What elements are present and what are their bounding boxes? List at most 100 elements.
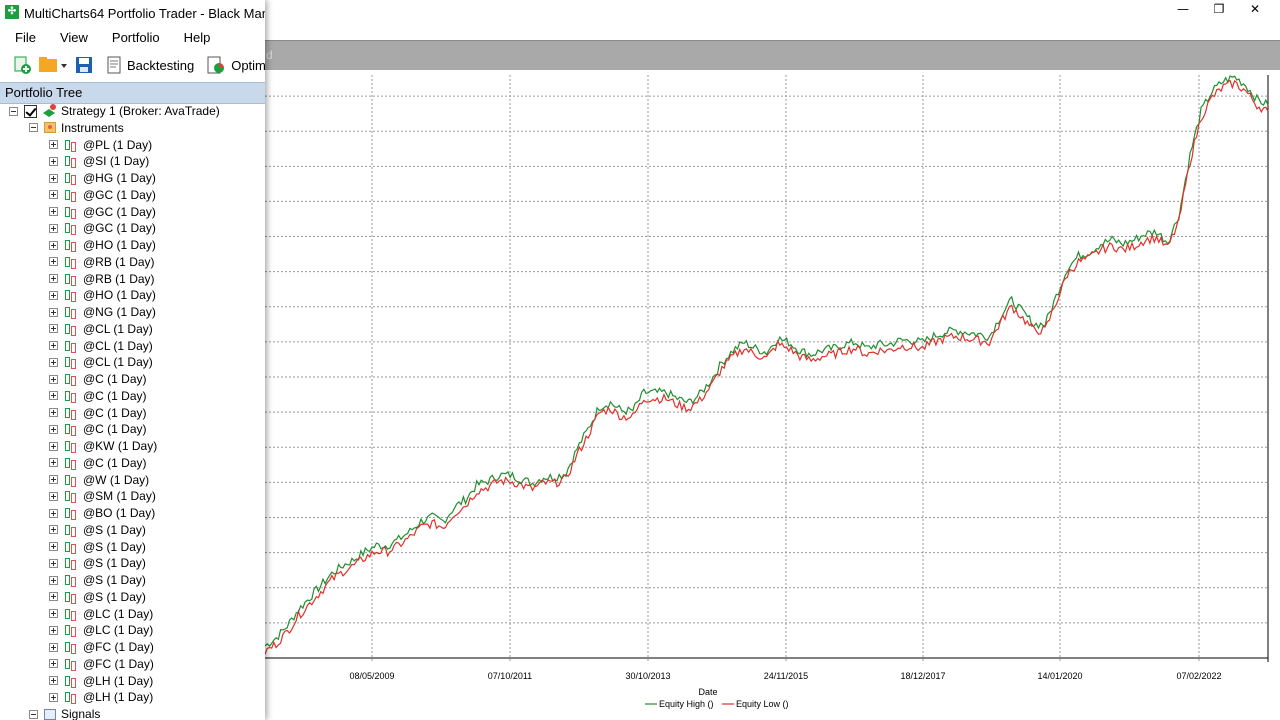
candlestick-icon [64,674,78,688]
expand-icon[interactable] [49,441,58,451]
legend-label: Equity Low () [736,699,789,709]
tree-instrument-row[interactable]: @CL (1 Day) [49,338,153,354]
backtesting-button[interactable]: Backtesting [127,58,194,73]
expand-icon[interactable] [49,692,58,702]
expand-icon[interactable] [49,140,58,149]
tree-instrument-row[interactable]: @S (1 Day) [49,572,146,588]
tree-instrument-row[interactable]: @C (1 Day) [49,388,147,404]
expand-icon[interactable] [49,609,58,618]
expand-icon[interactable] [49,676,58,685]
expand-icon[interactable] [49,324,58,334]
tree-instrument-row[interactable]: @GC (1 Day) [49,187,156,203]
expand-icon[interactable] [49,341,58,350]
tree-instrument-row[interactable]: @LH (1 Day) [49,689,153,705]
instrument-label: @S (1 Day) [83,589,146,604]
tree-instrument-row[interactable]: @S (1 Day) [49,555,146,571]
tree-instrument-row[interactable]: @KW (1 Day) [49,438,157,454]
expand-icon[interactable] [49,240,58,250]
tree-instrument-row[interactable]: @C (1 Day) [49,455,147,471]
expand-icon[interactable] [49,307,58,317]
expand-icon[interactable] [49,575,58,585]
expand-icon[interactable] [49,290,58,300]
backtesting-icon[interactable] [106,55,122,75]
expand-icon[interactable] [49,408,58,417]
expand-icon[interactable] [49,424,58,434]
tree-signals-row[interactable]: Signals [29,706,100,720]
tree-instrument-row[interactable]: @SI (1 Day) [49,153,149,169]
expand-icon[interactable] [49,642,58,652]
expand-icon[interactable] [49,592,58,602]
expand-icon[interactable] [49,491,58,501]
tree-instrument-row[interactable]: @C (1 Day) [49,421,147,437]
tree-instrument-row[interactable]: @LC (1 Day) [49,622,153,638]
tree-instrument-row[interactable]: @HG (1 Day) [49,170,156,186]
tree-instrument-row[interactable]: @CL (1 Day) [49,321,153,337]
expand-icon[interactable] [49,274,58,283]
minimize-button[interactable]: — [1172,1,1194,17]
tree-instrument-row[interactable]: @HO (1 Day) [49,287,156,303]
tree-instrument-row[interactable]: @BO (1 Day) [49,505,155,521]
tree-instrument-row[interactable]: @W (1 Day) [49,472,149,488]
expand-icon[interactable] [49,625,58,635]
tree-instrument-row[interactable]: @LH (1 Day) [49,673,153,689]
expand-icon[interactable] [49,223,58,233]
strategy-checkbox[interactable] [24,104,37,118]
tree-instrument-row[interactable]: @S (1 Day) [49,589,146,605]
tree-instrument-row[interactable]: @NG (1 Day) [49,304,156,320]
collapse-icon[interactable] [29,709,38,719]
x-tick-label: 24/11/2015 [764,671,808,681]
expand-icon[interactable] [49,357,58,367]
expand-icon[interactable] [49,207,58,216]
tree-strategy-row[interactable]: Strategy 1 (Broker: AvaTrade) [9,103,220,119]
tree-instruments-row[interactable]: Instruments [29,120,124,136]
tree-instrument-row[interactable]: @S (1 Day) [49,522,146,538]
tree-instrument-row[interactable]: @FC (1 Day) [49,639,154,655]
menu-portfolio[interactable]: Portfolio [97,27,169,48]
expand-icon[interactable] [49,458,58,468]
expand-icon[interactable] [49,156,58,166]
tree-instrument-row[interactable]: @HO (1 Day) [49,237,156,253]
save-icon[interactable] [74,55,94,75]
menu-file[interactable]: File [0,27,45,48]
menu-help[interactable]: Help [169,27,220,48]
expand-icon[interactable] [49,659,58,669]
tree-instrument-row[interactable]: @C (1 Day) [49,405,147,421]
expand-icon[interactable] [49,508,58,518]
expand-icon[interactable] [49,374,58,384]
add-strategy-icon[interactable] [12,55,32,75]
optimization-button[interactable]: Optimization [231,58,265,73]
tree-instrument-row[interactable]: @SM (1 Day) [49,488,156,504]
tree-instrument-row[interactable]: @GC (1 Day) [49,220,156,236]
candlestick-icon [64,389,78,403]
close-button[interactable]: ✕ [1244,1,1266,17]
tree-instrument-row[interactable]: @LC (1 Day) [49,606,153,622]
expand-icon[interactable] [49,475,58,484]
tree-instrument-row[interactable]: @RB (1 Day) [49,254,155,270]
expand-icon[interactable] [49,190,58,200]
optimization-icon[interactable] [206,55,226,75]
dropdown-arrow-icon[interactable] [60,55,68,75]
maximize-button[interactable]: ❐ [1208,1,1230,17]
instrument-label: @FC (1 Day) [83,640,154,654]
x-tick-label: 18/12/2017 [900,671,945,681]
portfolio-tree-header: Portfolio Tree [0,82,265,104]
candlestick-icon [64,640,78,654]
expand-icon[interactable] [49,391,58,401]
tree-instrument-row[interactable]: @GC (1 Day) [49,204,156,220]
menu-view[interactable]: View [45,27,97,48]
tree-instrument-row[interactable]: @S (1 Day) [49,539,146,555]
expand-icon[interactable] [49,542,58,551]
window-controls: — ❐ ✕ [1172,1,1266,17]
collapse-icon[interactable] [29,123,38,133]
tree-instrument-row[interactable]: @C (1 Day) [49,371,147,387]
expand-icon[interactable] [49,525,58,535]
tree-instrument-row[interactable]: @FC (1 Day) [49,656,154,672]
tree-instrument-row[interactable]: @RB (1 Day) [49,271,155,287]
collapse-icon[interactable] [9,106,18,116]
tree-instrument-row[interactable]: @PL (1 Day) [49,137,152,153]
expand-icon[interactable] [49,173,58,183]
open-folder-icon[interactable] [38,55,58,75]
tree-instrument-row[interactable]: @CL (1 Day) [49,354,153,370]
expand-icon[interactable] [49,558,58,568]
expand-icon[interactable] [49,257,58,267]
